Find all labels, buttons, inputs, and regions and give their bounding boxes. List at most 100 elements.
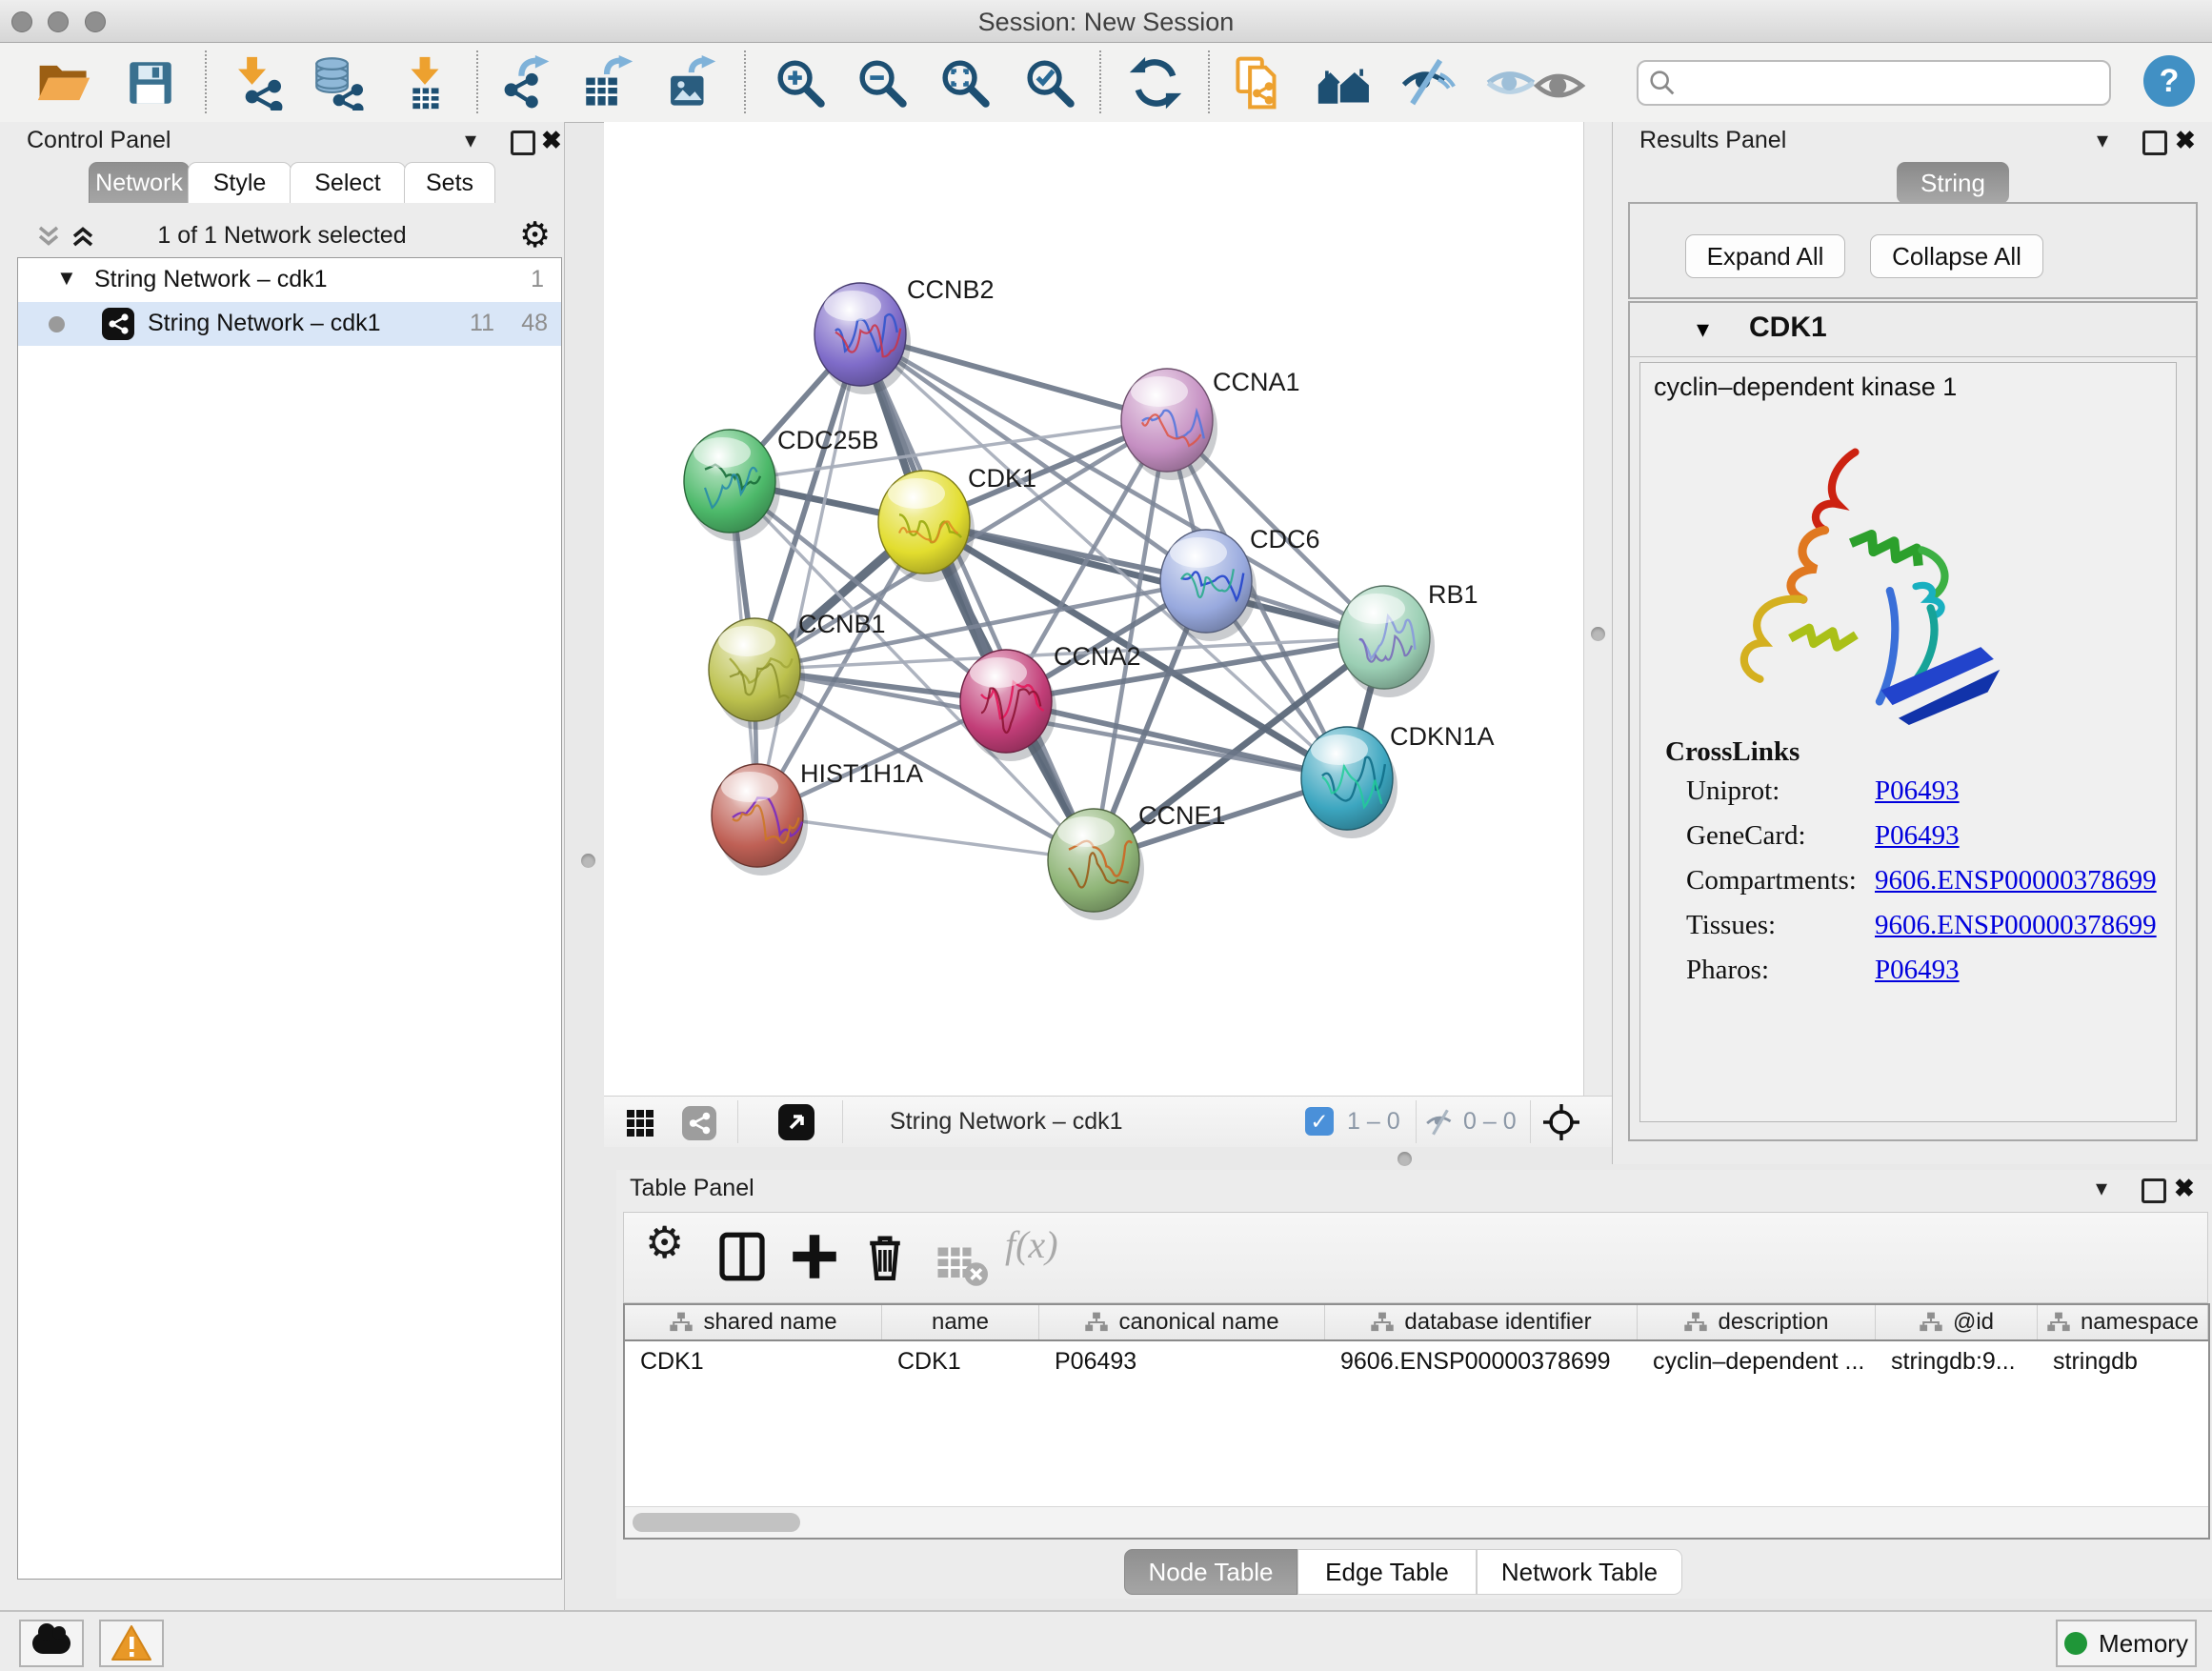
table-cell[interactable]: cyclin–dependent ... [1638, 1341, 1876, 1381]
table-cell[interactable]: CDK1 [625, 1341, 882, 1381]
table-cell[interactable]: stringdb:9... [1876, 1341, 2038, 1381]
network-row-selected[interactable]: String Network – cdk1 11 48 [18, 302, 561, 346]
memory-button[interactable]: Memory [2056, 1620, 2197, 1667]
table-row[interactable]: CDK1CDK1P064939606.ENSP00000378699cyclin… [625, 1341, 2208, 1381]
float-panel-icon[interactable]: ▾ [465, 127, 476, 154]
tab-sets[interactable]: Sets [404, 162, 495, 203]
left-splitter-handle[interactable] [581, 854, 595, 868]
horizontal-splitter-handle[interactable] [1398, 1152, 1412, 1166]
column-header-database-identifier[interactable]: database identifier [1325, 1305, 1638, 1339]
eye-icon[interactable] [1532, 58, 1587, 113]
copy-network-icon[interactable] [1233, 55, 1288, 111]
results-panel-header: Results Panel ▾ ✖ [1613, 122, 2212, 158]
selected-checkbox-icon[interactable]: ✓ [1305, 1107, 1334, 1136]
table-cell[interactable]: CDK1 [882, 1341, 1039, 1381]
string-network-graph[interactable]: CCNB2CCNA1CDC25BCDK1CDC6RB1CCNB1CCNA2CDK… [604, 122, 1583, 1096]
crosslink-link[interactable]: P06493 [1875, 955, 1960, 986]
share-view-icon[interactable] [682, 1106, 716, 1140]
add-column-icon[interactable] [788, 1230, 841, 1283]
tab-string[interactable]: String [1897, 162, 2009, 204]
cloud-status-button[interactable] [19, 1620, 84, 1667]
help-button[interactable]: ? [2143, 55, 2195, 107]
memory-status-dot [2064, 1632, 2087, 1655]
export-image-icon[interactable] [662, 55, 717, 111]
crosslink-label: GeneCard: [1686, 820, 1875, 852]
save-session-icon[interactable] [123, 55, 178, 111]
export-network-icon[interactable] [497, 55, 553, 111]
column-header-label: namespace [2081, 1309, 2199, 1336]
column-header-namespace[interactable]: namespace [2038, 1305, 2208, 1339]
tab-network-table[interactable]: Network Table [1477, 1549, 1682, 1595]
float-panel-icon[interactable]: ▾ [2097, 127, 2108, 154]
float-panel-icon[interactable]: ▾ [2096, 1175, 2107, 1202]
tab-node-table[interactable]: Node Table [1124, 1549, 1297, 1595]
protein-header-row[interactable]: ▾ CDK1 [1630, 303, 2196, 357]
maximize-panel-icon[interactable] [2142, 1178, 2166, 1203]
horizontal-scrollbar[interactable] [625, 1506, 2208, 1538]
tab-style[interactable]: Style [188, 162, 292, 203]
close-panel-icon[interactable]: ✖ [541, 126, 562, 155]
search-input[interactable] [1686, 69, 2109, 97]
column-header-description[interactable]: description [1638, 1305, 1876, 1339]
home-networks-icon[interactable] [1317, 55, 1372, 111]
edge-CCNA2-CDKN1A[interactable] [1006, 701, 1347, 778]
table-cell[interactable]: P06493 [1039, 1341, 1325, 1381]
warning-icon [111, 1624, 152, 1662]
hide-selected-icon[interactable] [1400, 55, 1456, 111]
tab-select[interactable]: Select [290, 162, 406, 203]
crosslink-label: Uniprot: [1686, 775, 1875, 807]
function-builder-icon: f(x) [1005, 1222, 1058, 1267]
crosslink-link[interactable]: 9606.ENSP00000378699 [1875, 910, 2157, 941]
node-gloss [970, 657, 1027, 688]
right-splitter-handle[interactable] [1591, 627, 1605, 641]
column-header-label: description [1718, 1309, 1828, 1336]
gear-icon[interactable]: ⚙ [519, 214, 551, 255]
grid-view-icon[interactable] [625, 1108, 655, 1138]
crosslink-link[interactable]: 9606.ENSP00000378699 [1875, 865, 2157, 896]
maximize-panel-icon[interactable] [511, 131, 535, 155]
refresh-icon[interactable] [1128, 55, 1183, 111]
show-hidden-icon[interactable] [1483, 55, 1538, 111]
zoom-selected-icon[interactable] [1022, 55, 1077, 111]
warning-status-button[interactable] [99, 1620, 164, 1667]
export-table-icon[interactable] [579, 55, 634, 111]
column-header-canonical-name[interactable]: canonical name [1039, 1305, 1325, 1339]
collection-count: 1 [506, 266, 544, 293]
close-panel-icon[interactable]: ✖ [2175, 126, 2196, 155]
table-cell[interactable]: 9606.ENSP00000378699 [1325, 1341, 1638, 1381]
crosslink-link[interactable]: P06493 [1875, 820, 1960, 852]
tab-network[interactable]: Network [89, 162, 190, 203]
column-header--id[interactable]: @id [1876, 1305, 2038, 1339]
tree-expand-icon[interactable]: ▼ [56, 266, 77, 291]
hidden-eye-icon[interactable] [1425, 1108, 1458, 1137]
network-canvas[interactable]: CCNB2CCNA1CDC25BCDK1CDC6RB1CCNB1CCNA2CDK… [604, 122, 1583, 1096]
close-panel-icon[interactable]: ✖ [2174, 1174, 2195, 1203]
zoom-in-icon[interactable] [773, 55, 828, 111]
birds-eye-icon[interactable] [1541, 1102, 1581, 1142]
open-session-icon[interactable] [36, 55, 91, 111]
scrollbar-thumb[interactable] [633, 1513, 800, 1532]
crosslink-link[interactable]: P06493 [1875, 775, 1960, 807]
delete-column-icon[interactable] [858, 1230, 912, 1283]
import-network-icon[interactable] [230, 55, 285, 111]
cloud-icon [32, 1633, 70, 1654]
column-header-shared-name[interactable]: shared name [625, 1305, 882, 1339]
zoom-fit-icon[interactable] [937, 55, 993, 111]
control-panel: Control Panel ▾ ✖ Network Style Select S… [0, 122, 565, 1610]
detach-view-icon[interactable] [777, 1103, 815, 1141]
status-bar: Memory [0, 1610, 2212, 1671]
table-settings-gear-icon[interactable]: ⚙ [645, 1217, 698, 1270]
zoom-out-icon[interactable] [855, 55, 910, 111]
table-header-row: shared namenamecanonical namedatabase id… [625, 1305, 2208, 1341]
import-network-database-icon[interactable] [310, 55, 365, 111]
expand-all-button[interactable]: Expand All [1685, 234, 1845, 278]
maximize-panel-icon[interactable] [2142, 131, 2167, 155]
tab-edge-table[interactable]: Edge Table [1297, 1549, 1477, 1595]
column-header-name[interactable]: name [882, 1305, 1039, 1339]
collapse-all-button[interactable]: Collapse All [1870, 234, 2043, 278]
import-table-icon[interactable] [397, 55, 452, 111]
network-collection-row[interactable]: ▼ String Network – cdk1 1 [18, 258, 561, 302]
show-columns-icon[interactable] [715, 1230, 769, 1283]
table-cell[interactable]: stringdb [2038, 1341, 2208, 1381]
collapse-protein-icon[interactable]: ▾ [1697, 314, 1709, 344]
